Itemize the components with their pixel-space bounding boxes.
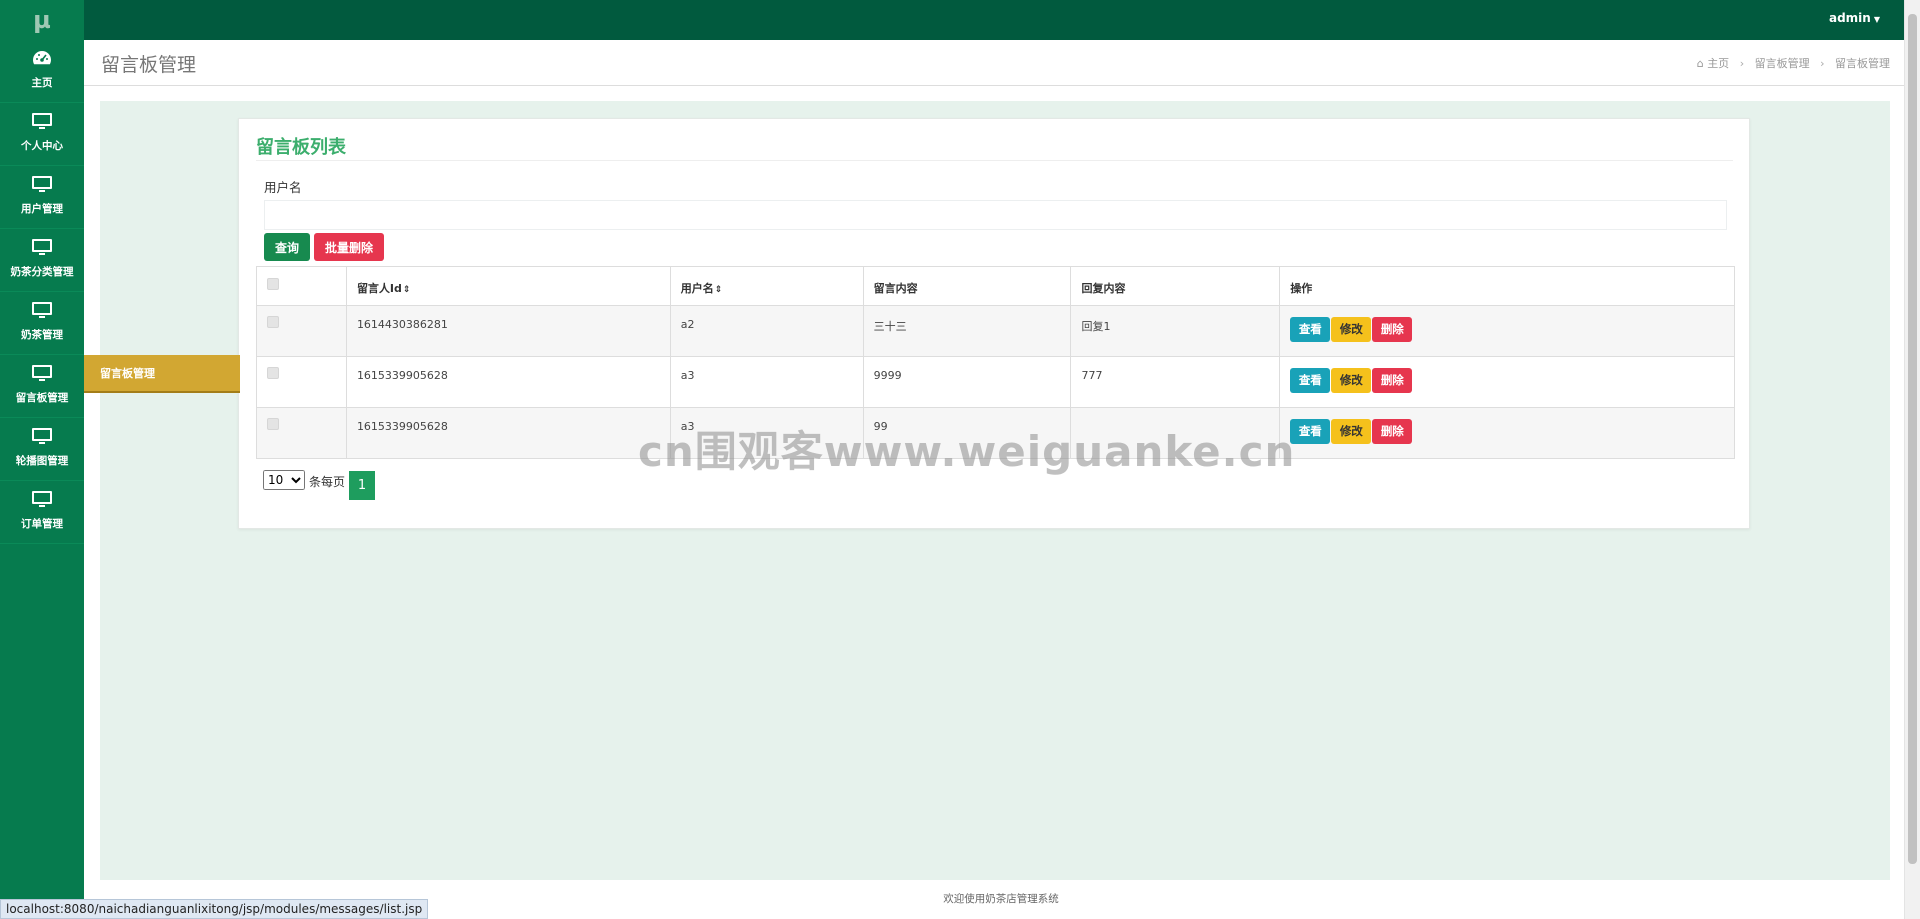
- row-checkbox[interactable]: [267, 418, 279, 430]
- sidebar-item-tea-categories[interactable]: 奶茶分类管理: [0, 229, 84, 292]
- cell-reply: 回复1: [1070, 305, 1281, 357]
- cell-content: 9999: [862, 356, 1072, 408]
- sidebar: 主页 个人中心 用户管理 奶茶分类管理 奶茶管理 留言板管理 轮播图管理 订单管…: [0, 40, 84, 919]
- sidebar-item-label: 奶茶管理: [21, 329, 63, 341]
- cell-username: a2: [669, 305, 864, 357]
- select-all-cell: [256, 266, 347, 306]
- cell-actions: 查看 修改 删除: [1279, 356, 1735, 408]
- user-menu-dropdown[interactable]: admin ▼: [1829, 0, 1880, 36]
- sidebar-item-users[interactable]: 用户管理: [0, 166, 84, 229]
- table-header-row: 留言人Id⇕ 用户名⇕ 留言内容 回复内容 操作: [256, 266, 1735, 306]
- search-button[interactable]: 查询: [264, 233, 310, 261]
- sort-icon: ⇕: [402, 285, 411, 295]
- sidebar-item-tea[interactable]: 奶茶管理: [0, 292, 84, 355]
- page-title: 留言板管理: [101, 54, 197, 76]
- chevron-right-icon: ›: [1739, 57, 1745, 70]
- row-select-cell: [256, 407, 347, 459]
- app-logo[interactable]: µ: [0, 0, 84, 40]
- breadcrumb-home[interactable]: 主页: [1707, 57, 1729, 70]
- submenu-item-messages[interactable]: 留言板管理: [84, 355, 240, 393]
- sidebar-item-profile[interactable]: 个人中心: [0, 103, 84, 166]
- sidebar-item-carousel[interactable]: 轮播图管理: [0, 418, 84, 481]
- cell-content: 三十三: [862, 305, 1072, 357]
- user-name: admin: [1828, 11, 1871, 25]
- search-label: 用户名: [264, 180, 302, 195]
- watermark-text: cn围观客www.weiguanke.cn: [638, 427, 1296, 476]
- delete-button[interactable]: 删除: [1372, 317, 1413, 342]
- dashboard-icon: [0, 48, 84, 72]
- monitor-icon: [0, 363, 84, 387]
- top-navbar: µ admin ▼: [0, 0, 1920, 40]
- monitor-icon: [0, 300, 84, 324]
- delete-button[interactable]: 删除: [1372, 368, 1413, 393]
- home-icon: ⌂: [1696, 57, 1704, 70]
- view-button[interactable]: 查看: [1290, 368, 1331, 393]
- page-header: 留言板管理 ⌂ 主页 › 留言板管理 › 留言板管理: [84, 40, 1904, 86]
- breadcrumb: ⌂ 主页 › 留言板管理 › 留言板管理: [1697, 55, 1890, 71]
- breadcrumb-level1[interactable]: 留言板管理: [1755, 57, 1810, 70]
- cell-actions: 查看 修改 删除: [1279, 407, 1735, 459]
- sidebar-item-label: 轮播图管理: [15, 455, 69, 467]
- cell-reply: 777: [1070, 356, 1281, 408]
- monitor-icon: [0, 111, 84, 135]
- sidebar-item-label: 留言板管理: [15, 392, 69, 404]
- cell-id: 1615339905628: [345, 356, 671, 408]
- page-scrollbar[interactable]: [1904, 0, 1920, 919]
- cell-id: 1615339905628: [345, 407, 671, 459]
- per-page-label: 条每页: [309, 475, 346, 489]
- sidebar-item-messages[interactable]: 留言板管理: [0, 355, 84, 418]
- column-header-username[interactable]: 用户名⇕: [669, 266, 864, 306]
- scrollbar-thumb[interactable]: [1908, 14, 1917, 864]
- cell-id: 1614430386281: [345, 305, 671, 357]
- cell-actions: 查看 修改 删除: [1279, 305, 1735, 357]
- cell-username: a3: [669, 356, 864, 408]
- monitor-icon: [0, 426, 84, 450]
- table-row: 1614430386281 a2 三十三 回复1 查看 修改 删除: [256, 305, 1735, 357]
- row-select-cell: [256, 305, 347, 357]
- column-header-reply: 回复内容: [1070, 266, 1281, 306]
- monitor-icon: [0, 237, 84, 261]
- column-header-content: 留言内容: [862, 266, 1072, 306]
- sort-icon: ⇕: [714, 285, 723, 295]
- edit-button[interactable]: 修改: [1331, 368, 1372, 393]
- edit-button[interactable]: 修改: [1331, 317, 1372, 342]
- edit-button[interactable]: 修改: [1331, 419, 1372, 444]
- status-url-bar: localhost:8080/naichadianguanlixitong/js…: [0, 899, 429, 919]
- chevron-right-icon: ›: [1820, 57, 1825, 70]
- sidebar-item-label: 奶茶分类管理: [10, 266, 74, 278]
- monitor-icon: [0, 174, 84, 198]
- table-row: 1615339905628 a3 9999 777 查看 修改 删除: [256, 356, 1735, 408]
- username-search-input[interactable]: [264, 200, 1727, 230]
- card-title: 留言板列表: [256, 133, 1733, 161]
- delete-button[interactable]: 删除: [1372, 419, 1413, 444]
- select-all-checkbox[interactable]: [267, 278, 279, 290]
- column-header-actions: 操作: [1279, 266, 1735, 306]
- sidebar-item-label: 主页: [31, 77, 53, 89]
- view-button[interactable]: 查看: [1290, 317, 1331, 342]
- row-checkbox[interactable]: [267, 316, 279, 328]
- monitor-icon: [0, 489, 84, 513]
- caret-down-icon: ▼: [1873, 15, 1880, 24]
- sidebar-item-home[interactable]: 主页: [0, 40, 84, 103]
- page-button-1[interactable]: 1: [349, 471, 375, 500]
- sidebar-item-label: 个人中心: [21, 140, 63, 152]
- batch-delete-button[interactable]: 批量删除: [314, 233, 384, 261]
- page-size-select[interactable]: 10: [263, 470, 305, 490]
- breadcrumb-current: 留言板管理: [1835, 57, 1890, 70]
- row-select-cell: [256, 356, 347, 408]
- column-header-id[interactable]: 留言人Id⇕: [345, 266, 671, 306]
- sidebar-item-orders[interactable]: 订单管理: [0, 481, 84, 544]
- row-checkbox[interactable]: [267, 367, 279, 379]
- sidebar-item-label: 用户管理: [21, 203, 63, 215]
- view-button[interactable]: 查看: [1290, 419, 1331, 444]
- sidebar-item-label: 订单管理: [21, 518, 63, 530]
